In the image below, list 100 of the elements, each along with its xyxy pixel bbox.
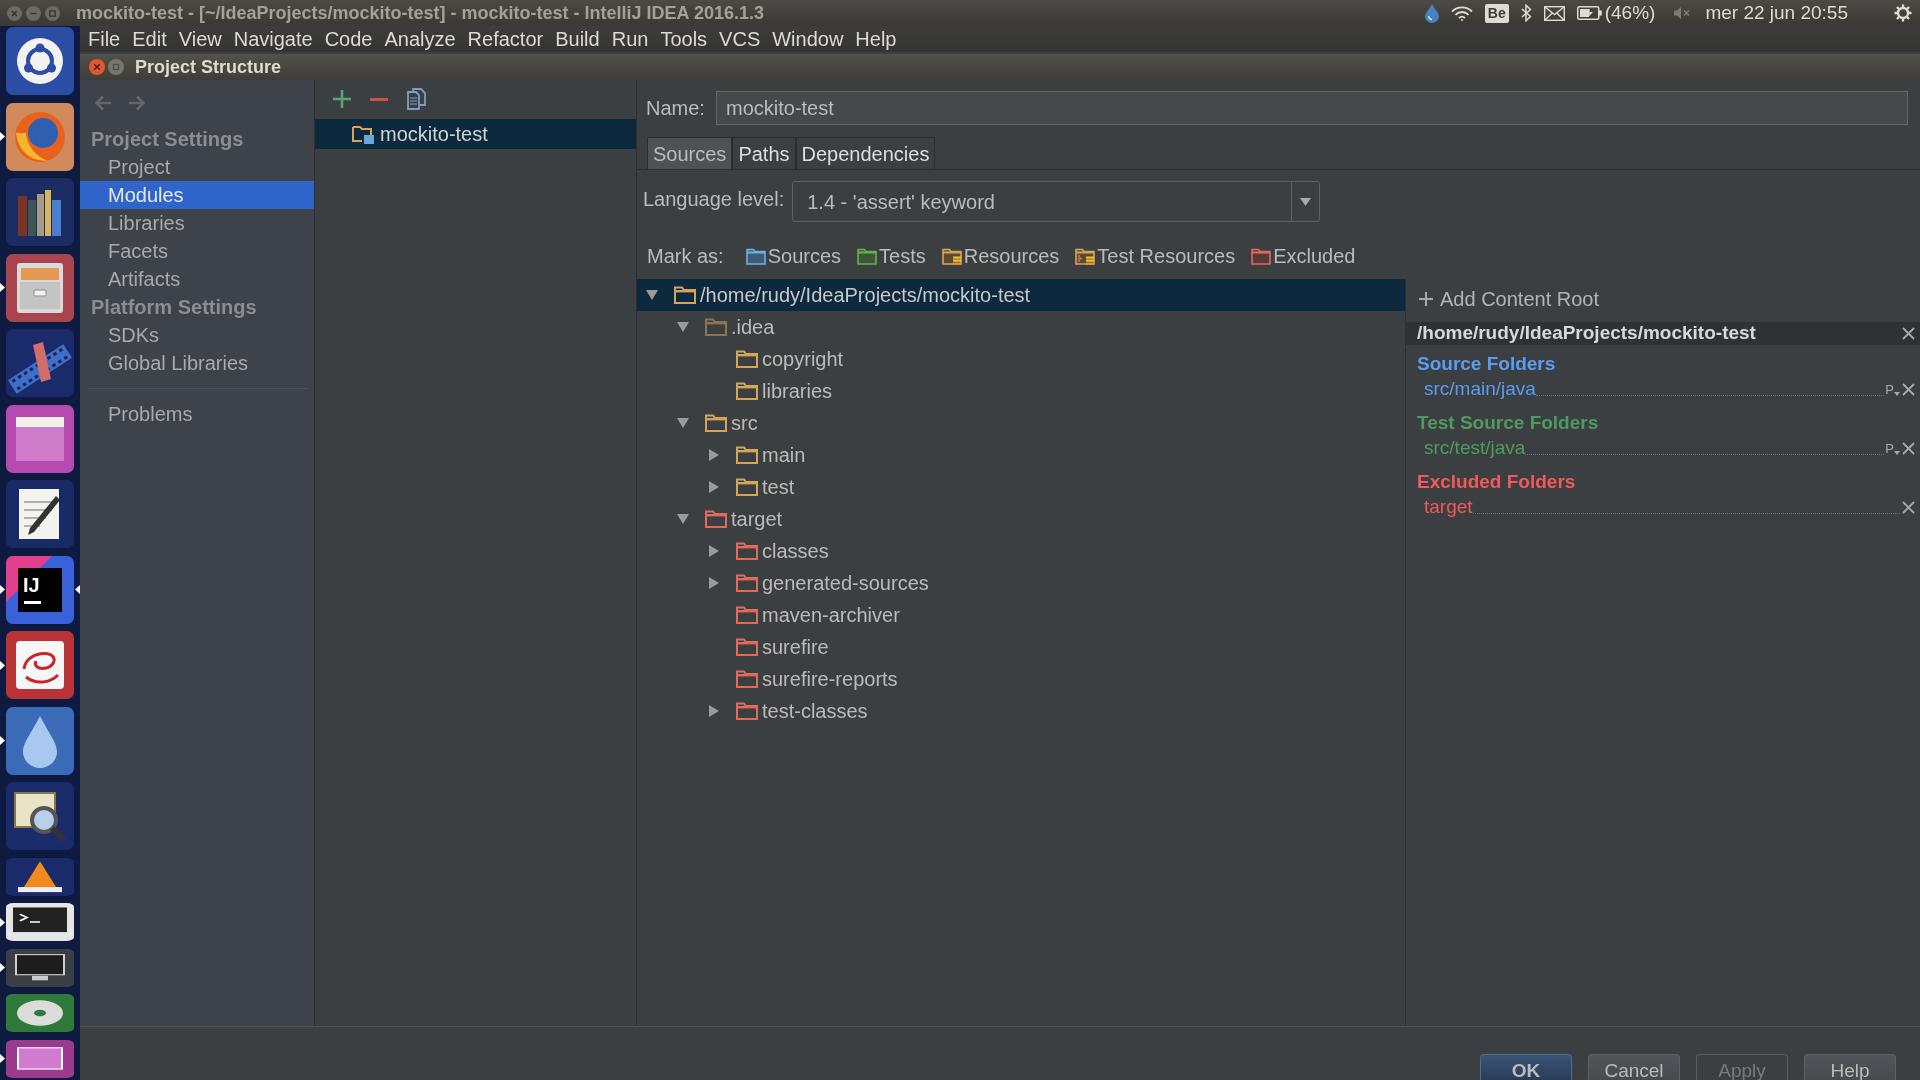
- menu-item[interactable]: View: [178, 27, 222, 51]
- window-icon[interactable]: [6, 1039, 74, 1078]
- envelope-icon[interactable]: [1543, 5, 1565, 21]
- menu-item[interactable]: Analyze: [384, 27, 456, 51]
- caret-right-icon[interactable]: [709, 481, 719, 493]
- window-icon[interactable]: [6, 404, 74, 473]
- speaker-muted-icon[interactable]: [1673, 6, 1692, 20]
- caret-down-icon[interactable]: [677, 514, 689, 524]
- window-title: mockito-test - [~/IdeaProjects/mockito-test] - mockito-test - IntelliJ IDEA 2016.1.3: [76, 1, 764, 25]
- tree-item[interactable]: libraries: [637, 375, 1405, 407]
- caret-right-icon[interactable]: [709, 545, 719, 557]
- tree-item[interactable]: surefire-reports: [637, 663, 1405, 695]
- ring-logo-icon[interactable]: [6, 27, 74, 95]
- caret-down-icon[interactable]: [677, 418, 689, 428]
- close-icon[interactable]: [1902, 500, 1915, 514]
- name-field[interactable]: mockito-test: [716, 91, 1908, 125]
- tab[interactable]: Sources: [647, 137, 733, 169]
- sidebar-item[interactable]: Artifacts: [80, 265, 314, 293]
- tree-item[interactable]: src: [637, 407, 1405, 439]
- caret-right-icon[interactable]: [709, 577, 719, 589]
- monitor-icon[interactable]: [6, 948, 74, 987]
- tree-item[interactable]: target: [637, 503, 1405, 535]
- date-time[interactable]: mer 22 jun 20:55: [1705, 0, 1848, 28]
- menu-item[interactable]: Code: [324, 27, 373, 51]
- minus-icon[interactable]: [370, 97, 388, 101]
- mark-as-button[interactable]: Test Resources: [1075, 241, 1236, 271]
- tab[interactable]: Paths: [732, 137, 796, 169]
- close-icon[interactable]: [1902, 327, 1915, 340]
- tree-item[interactable]: .idea: [637, 311, 1405, 343]
- terminal-icon[interactable]: [6, 903, 74, 941]
- sidebar-item[interactable]: Project: [80, 153, 314, 181]
- copy-icon[interactable]: [407, 88, 427, 110]
- plus-icon: [1419, 292, 1433, 306]
- language-level-dropdown[interactable]: 1.4 - 'assert' keyword: [792, 181, 1321, 222]
- dialog-button[interactable]: OK: [1480, 1054, 1572, 1080]
- plus-icon[interactable]: [333, 90, 351, 108]
- tree-item[interactable]: generated-sources: [637, 567, 1405, 599]
- tree-item[interactable]: maven-archiver: [637, 599, 1405, 631]
- sidebar-item[interactable]: SDKs: [80, 321, 314, 349]
- menu-item[interactable]: Help: [855, 27, 897, 51]
- caret-down-icon: [1300, 197, 1312, 206]
- menu-item[interactable]: Run: [611, 27, 649, 51]
- tree-item[interactable]: copyright: [637, 343, 1405, 375]
- notepad-icon[interactable]: [6, 480, 74, 548]
- close-icon[interactable]: [89, 59, 105, 75]
- caret-down-icon[interactable]: [646, 290, 658, 300]
- keyboard-indicator[interactable]: Be: [1484, 3, 1509, 23]
- menu-item[interactable]: File: [88, 27, 121, 51]
- globe-icon[interactable]: [6, 102, 74, 171]
- menu-item[interactable]: Tools: [660, 27, 708, 51]
- package-prefix-button[interactable]: P: [1885, 441, 1900, 455]
- battery-icon[interactable]: [1576, 6, 1602, 20]
- menu-item[interactable]: VCS: [719, 27, 761, 51]
- sidebar-item[interactable]: Facets: [80, 237, 314, 265]
- menu-item[interactable]: Refactor: [467, 27, 544, 51]
- image-magnifier-icon[interactable]: [6, 782, 74, 850]
- tree-item[interactable]: main: [637, 439, 1405, 471]
- module-item[interactable]: mockito-test: [315, 119, 636, 149]
- sidebar-item[interactable]: Libraries: [80, 209, 314, 237]
- tree-item[interactable]: test-classes: [637, 695, 1405, 727]
- swirl-icon[interactable]: [6, 631, 74, 699]
- menu-item[interactable]: Window: [772, 27, 844, 51]
- sidebar-item[interactable]: Modules: [80, 181, 314, 209]
- tree-item[interactable]: /home/rudy/IdeaProjects/mockito-test: [637, 279, 1405, 311]
- wifi-icon[interactable]: [1450, 5, 1473, 21]
- tree-item[interactable]: test: [637, 471, 1405, 503]
- close-icon[interactable]: [7, 5, 22, 21]
- battery-percentage: (46%): [1604, 0, 1656, 25]
- cone-icon[interactable]: [6, 857, 74, 896]
- tree-item[interactable]: classes: [637, 535, 1405, 567]
- drop-icon[interactable]: [6, 706, 74, 775]
- mark-as-button[interactable]: Excluded: [1251, 241, 1356, 271]
- caret-down-icon[interactable]: [677, 322, 689, 332]
- mark-as-button[interactable]: Tests: [857, 241, 926, 271]
- close-icon[interactable]: [1902, 441, 1915, 455]
- menu-item[interactable]: Build: [555, 27, 600, 51]
- close-icon[interactable]: [1902, 382, 1915, 396]
- bluetooth-icon[interactable]: [1520, 4, 1532, 22]
- books-icon[interactable]: [6, 178, 74, 246]
- menu-item[interactable]: Edit: [132, 27, 167, 51]
- drop-icon[interactable]: [1424, 3, 1439, 23]
- mark-as-button[interactable]: Resources: [941, 241, 1060, 271]
- caret-right-icon[interactable]: [709, 705, 719, 717]
- sidebar-item[interactable]: Problems: [80, 400, 314, 428]
- caret-right-icon[interactable]: [709, 449, 719, 461]
- ij-logo-icon[interactable]: IJ: [6, 555, 74, 624]
- gear-icon[interactable]: [1894, 4, 1912, 22]
- menu-item[interactable]: Navigate: [233, 27, 313, 51]
- file-cabinet-icon[interactable]: [6, 253, 74, 322]
- sidebar-item[interactable]: Global Libraries: [80, 349, 314, 377]
- tab[interactable]: Dependencies: [795, 137, 936, 169]
- package-prefix-button[interactable]: P: [1885, 382, 1900, 396]
- mark-as-button[interactable]: Sources: [745, 241, 842, 271]
- tree-item[interactable]: surefire: [637, 631, 1405, 663]
- section-header: Project Settings: [90, 127, 245, 152]
- content-root-path: /home/rudy/IdeaProjects/mockito-test: [1417, 321, 1756, 346]
- film-strip-icon[interactable]: [6, 329, 74, 397]
- dialog-title: Project Structure: [135, 55, 282, 79]
- dialog-button[interactable]: Cancel: [1588, 1054, 1680, 1080]
- add-content-root-button[interactable]: Add Content Root: [1419, 286, 1599, 312]
